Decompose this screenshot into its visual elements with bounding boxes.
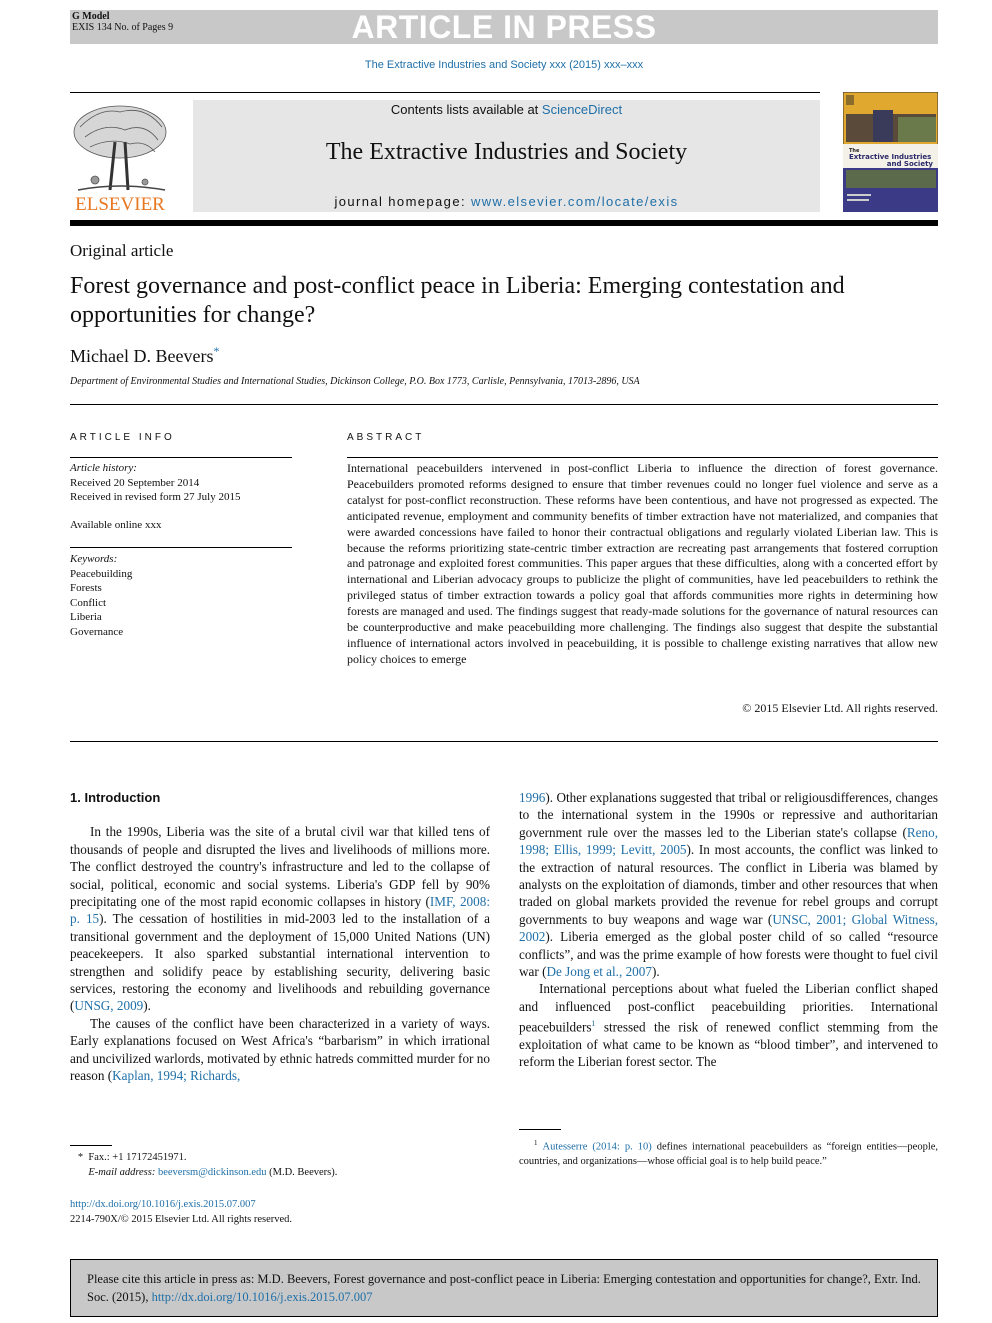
section-heading: 1. Introduction (70, 790, 161, 805)
keyword: Liberia (70, 611, 102, 623)
body-column-left: 1. Introduction In the 1990s, Liberia wa… (70, 789, 490, 1085)
cover-thumbnail-icon: The Extractive Industries and Society (842, 91, 939, 213)
abstract-text: International peacebuilders intervened i… (347, 461, 938, 666)
footnote-1: 1 Autesserre (2014: p. 10) defines inter… (519, 1139, 939, 1167)
email-link[interactable]: beeversm@dickinson.edu (158, 1167, 267, 1178)
journal-homepage: journal homepage: www.elsevier.com/locat… (193, 194, 820, 209)
keyword: Peacebuilding (70, 567, 133, 580)
divider (70, 404, 938, 405)
sciencedirect-link[interactable]: ScienceDirect (542, 102, 622, 117)
received-date: Received 20 September 2014 (70, 476, 200, 489)
homepage-link[interactable]: www.elsevier.com/locate/exis (471, 194, 679, 209)
issn-copyright: 2214-790X/© 2015 Elsevier Ltd. All right… (70, 1214, 293, 1225)
divider (70, 547, 292, 548)
paragraph: 1996). Other explanations suggested that… (519, 790, 939, 980)
divider (70, 457, 292, 458)
citation-link[interactable]: 1996 (519, 790, 545, 805)
homepage-prefix: journal homepage: (334, 194, 471, 209)
journal-title: The Extractive Industries and Society (325, 139, 688, 165)
revised-date: Received in revised form 27 July 2015 (70, 491, 241, 503)
doi-block: http://dx.doi.org/10.1016/j.exis.2015.07… (70, 1197, 292, 1227)
fax-number: Fax.: +1 17172451971. (88, 1152, 187, 1163)
divider (70, 741, 938, 742)
keywords-label: Keywords: (70, 553, 118, 565)
footnote-divider (519, 1129, 561, 1130)
corresponding-author-mark[interactable]: * (213, 344, 219, 358)
keyword: Forests (70, 582, 102, 594)
body-column-right: 1996). Other explanations suggested that… (519, 789, 938, 1071)
article-info-heading: ARTICLE INFO (70, 432, 175, 443)
article-in-press-label: ARTICLE IN PRESS (351, 9, 657, 45)
citation-link[interactable]: De Jong et al., 2007 (546, 964, 651, 979)
article-type: Original article (70, 241, 174, 260)
abstract-heading: ABSTRACT (347, 432, 425, 443)
citation-link[interactable]: Kaplan, 1994; Richards, (112, 1068, 240, 1083)
article-title: Forest governance and post-conflict peac… (70, 273, 845, 328)
divider (70, 92, 820, 93)
citation-link[interactable]: Autesserre (2014: p. 10) (543, 1142, 652, 1153)
author-name: Michael D. Beevers* (70, 344, 219, 367)
paragraph: International perceptions about what fue… (519, 981, 938, 1070)
svg-text:ELSEVIER: ELSEVIER (75, 194, 165, 214)
contents-line: Contents lists available at ScienceDirec… (193, 102, 820, 117)
author-text[interactable]: Michael D. Beevers (70, 346, 213, 366)
contents-prefix: Contents lists available at (390, 102, 542, 117)
keywords: Keywords: Peacebuilding Forests Conflict… (70, 552, 132, 639)
author-footnote: * Fax.: +1 17172451971. E-mail address: … (77, 1152, 338, 1178)
masthead-divider (70, 220, 938, 226)
elsevier-tree-icon: ELSEVIER (73, 105, 167, 215)
elsevier-logo[interactable]: ELSEVIER (70, 102, 170, 215)
author-affiliation: Department of Environmental Studies and … (70, 376, 640, 387)
email-label: E-mail address: (88, 1167, 158, 1178)
divider (347, 457, 938, 458)
history-label: Article history: (70, 462, 137, 474)
citation-link[interactable]: UNSG, 2009 (74, 998, 143, 1013)
keyword: Governance (70, 625, 124, 638)
svg-text:and Society: and Society (887, 160, 934, 168)
cite-doi-link[interactable]: http://dx.doi.org/10.1016/j.exis.2015.07… (152, 1290, 373, 1304)
footnote-divider (70, 1145, 112, 1146)
cite-this-article-text: Please cite this article in press as: M.… (87, 1272, 921, 1304)
paragraph: In the 1990s, Liberia was the site of a … (70, 824, 491, 1014)
keyword: Conflict (70, 596, 107, 609)
paragraph: The causes of the conflict have been cha… (70, 1015, 490, 1084)
journal-cover-image[interactable]: The Extractive Industries and Society (842, 91, 939, 213)
available-online: Available online xxx (70, 519, 162, 531)
article-history: Article history: Received 20 September 2… (70, 461, 240, 505)
doi-link[interactable]: http://dx.doi.org/10.1016/j.exis.2015.07… (70, 1199, 256, 1210)
abstract-copyright: © 2015 Elsevier Ltd. All rights reserved… (742, 701, 938, 715)
journal-citation-line[interactable]: The Extractive Industries and Society xx… (0, 59, 992, 71)
